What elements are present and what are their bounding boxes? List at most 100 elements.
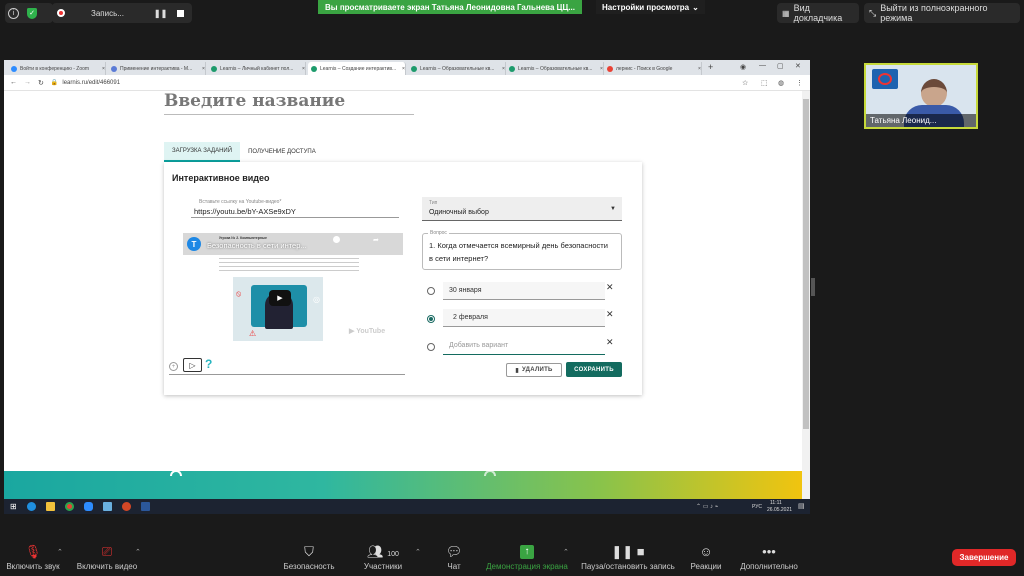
- mic-options-caret[interactable]: ⌃: [57, 548, 63, 556]
- participants-icon: 👥︎ 100: [367, 544, 399, 559]
- browser-tab[interactable]: Learnis – Образовательные кв... ×: [408, 62, 506, 75]
- browser-tab-label: Применение интерактива - M...: [120, 65, 193, 72]
- zoom-top-bar: i ✓ Запись... ❚❚ Вы просматриваете экран…: [0, 0, 1024, 26]
- participants-button[interactable]: 👥︎ 100 Участники: [360, 540, 406, 576]
- view-options-button[interactable]: Настройки просмотра ⌄: [596, 0, 705, 14]
- shield-check-icon[interactable]: ✓: [27, 7, 37, 19]
- remove-option-add-icon[interactable]: ✕: [606, 337, 614, 348]
- delete-button[interactable]: ▮ УДАЛИТЬ: [506, 363, 562, 377]
- windows-start-icon[interactable]: ⊞: [10, 502, 17, 511]
- option-input-1[interactable]: 30 января: [443, 282, 605, 300]
- taskbar-time: 11:11: [770, 500, 782, 506]
- edge-icon[interactable]: [26, 502, 36, 511]
- pause-record-button[interactable]: ❚❚ ■ Пауза/остановить запись: [578, 540, 678, 576]
- url-text[interactable]: learnis.ru/edit/466091: [62, 80, 120, 86]
- dropdown-arrow-icon: ▼: [610, 206, 616, 212]
- sharing-banner: Вы просматриваете экран Татьяна Леонидов…: [318, 0, 582, 14]
- close-tab-icon[interactable]: ×: [502, 66, 505, 72]
- maximize-icon[interactable]: ▢: [777, 62, 784, 70]
- close-tab-icon[interactable]: ×: [202, 66, 205, 72]
- browser-tab[interactable]: Войти в конференцию - Zoom ×: [8, 62, 106, 75]
- new-tab-button[interactable]: +: [708, 62, 713, 72]
- security-button[interactable]: ⛉ Безопасность: [280, 540, 338, 576]
- forward-icon[interactable]: →: [24, 79, 31, 86]
- reactions-button[interactable]: ☺ Реакции: [688, 540, 724, 576]
- youtube-link-field[interactable]: Вставьте ссылку на Youtube-видео* https:…: [191, 196, 399, 218]
- profile-icon[interactable]: ◍: [778, 79, 784, 87]
- remove-option-1-icon[interactable]: ✕: [606, 282, 614, 293]
- page-scrollbar[interactable]: [802, 91, 810, 514]
- close-tab-icon[interactable]: ×: [302, 66, 305, 72]
- participants-count: 100: [387, 551, 399, 558]
- participant-video[interactable]: Татьяна Леонид...: [864, 63, 978, 129]
- browser-tab[interactable]: Learnis – Образовательные кв... ×: [506, 62, 604, 75]
- tab-get-access[interactable]: ПОЛУЧЕНИЕ ДОСТУПА: [240, 142, 324, 162]
- explorer-icon[interactable]: [45, 502, 55, 511]
- input-language[interactable]: РУС: [752, 504, 762, 510]
- browser-tab-label: лернис - Поиск в Google: [616, 65, 673, 72]
- share-caret[interactable]: ⌃: [563, 548, 569, 556]
- chat-button[interactable]: 💬︎ Чат: [440, 540, 468, 576]
- option-radio-add[interactable]: [427, 343, 435, 351]
- scrollbar-thumb[interactable]: [803, 99, 809, 429]
- share-screen-button[interactable]: ↑ Демонстрация экрана: [480, 540, 574, 576]
- add-option-input[interactable]: Добавить вариант: [443, 337, 605, 355]
- more-icon: •••: [762, 544, 776, 559]
- menu-icon[interactable]: ⋮: [796, 79, 803, 87]
- tab-search-icon[interactable]: ◉: [740, 63, 746, 71]
- close-tab-icon[interactable]: ×: [698, 66, 701, 72]
- zoom-icon[interactable]: [83, 502, 93, 511]
- close-tab-icon[interactable]: ×: [600, 66, 603, 72]
- option-input-2[interactable]: 2 февраля: [443, 309, 605, 327]
- insert-question-icon[interactable]: ?: [205, 357, 212, 371]
- zoom-side-scrollbar[interactable]: [811, 278, 815, 296]
- reload-icon[interactable]: ↻: [38, 79, 44, 87]
- powerpoint-icon[interactable]: [121, 502, 131, 511]
- watch-later-icon[interactable]: [333, 236, 340, 243]
- close-window-icon[interactable]: ✕: [795, 62, 801, 70]
- share-icon[interactable]: ➦: [373, 236, 379, 244]
- close-tab-icon[interactable]: ×: [102, 66, 105, 72]
- system-tray-icons: ⌃ ▭ ♪ ⌁: [696, 504, 719, 510]
- pause-record-icon[interactable]: ❚❚: [154, 9, 167, 18]
- add-circle-icon[interactable]: +: [169, 362, 178, 371]
- browser-tab[interactable]: Применение интерактива - M... ×: [108, 62, 206, 75]
- video-header: T Безопасность в сети интер... Угроза № …: [183, 233, 403, 255]
- option-radio-1[interactable]: [427, 287, 435, 295]
- remove-option-2-icon[interactable]: ✕: [606, 309, 614, 320]
- info-icon[interactable]: i: [8, 7, 19, 19]
- star-icon[interactable]: ☆: [742, 79, 748, 87]
- participants-caret[interactable]: ⌃: [415, 548, 421, 556]
- close-tab-icon[interactable]: ×: [402, 66, 405, 72]
- insert-play-icon[interactable]: ▷: [183, 358, 202, 372]
- option-radio-2[interactable]: [427, 315, 435, 323]
- exit-fullscreen-button[interactable]: ⤡ Выйти из полноэкранного режима: [864, 3, 1020, 23]
- browser-tab[interactable]: Learnis – Личный кабинет пол... ×: [208, 62, 306, 75]
- question-field[interactable]: Вопрос 1. Когда отмечается всемирный ден…: [422, 230, 622, 270]
- more-button[interactable]: ••• Дополнительно: [738, 540, 800, 576]
- browser-tab[interactable]: лернис - Поиск в Google ×: [604, 62, 702, 75]
- video-preview[interactable]: T Безопасность в сети интер... Угроза № …: [183, 233, 403, 343]
- play-button-icon[interactable]: ▶: [269, 290, 291, 306]
- extensions-icon[interactable]: ⬚: [761, 79, 768, 87]
- tab-upload-tasks[interactable]: ЗАГРУЗКА ЗАДАНИЙ: [164, 142, 241, 162]
- video-options-caret[interactable]: ⌃: [135, 548, 141, 556]
- browser-tab[interactable]: Learnis – Создание интерактив... ×: [308, 62, 406, 75]
- back-icon[interactable]: ←: [10, 79, 17, 86]
- start-video-button[interactable]: ⎚ Включить видео: [72, 540, 142, 576]
- chrome-icon[interactable]: [64, 502, 74, 511]
- task-card: Интерактивное видео Вставьте ссылку на Y…: [164, 162, 642, 395]
- notifications-icon[interactable]: ▤: [798, 502, 805, 510]
- chevron-down-icon: ⌄: [692, 2, 699, 12]
- stop-record-icon[interactable]: [177, 9, 185, 17]
- save-button[interactable]: СОХРАНИТЬ: [566, 362, 622, 377]
- end-meeting-button[interactable]: Завершение: [952, 549, 1016, 566]
- word-icon[interactable]: [140, 502, 150, 511]
- title-input[interactable]: Введите название: [164, 91, 414, 115]
- minimize-icon[interactable]: —: [759, 62, 766, 69]
- type-select[interactable]: Тип Одиночный выбор ▼: [422, 197, 622, 221]
- speaker-view-button[interactable]: ▦ Вид докладчика: [777, 3, 859, 23]
- video-text-lines: [219, 255, 359, 273]
- app-icon[interactable]: [102, 502, 112, 511]
- unmute-button[interactable]: 🎙︎ Включить звук: [4, 540, 62, 576]
